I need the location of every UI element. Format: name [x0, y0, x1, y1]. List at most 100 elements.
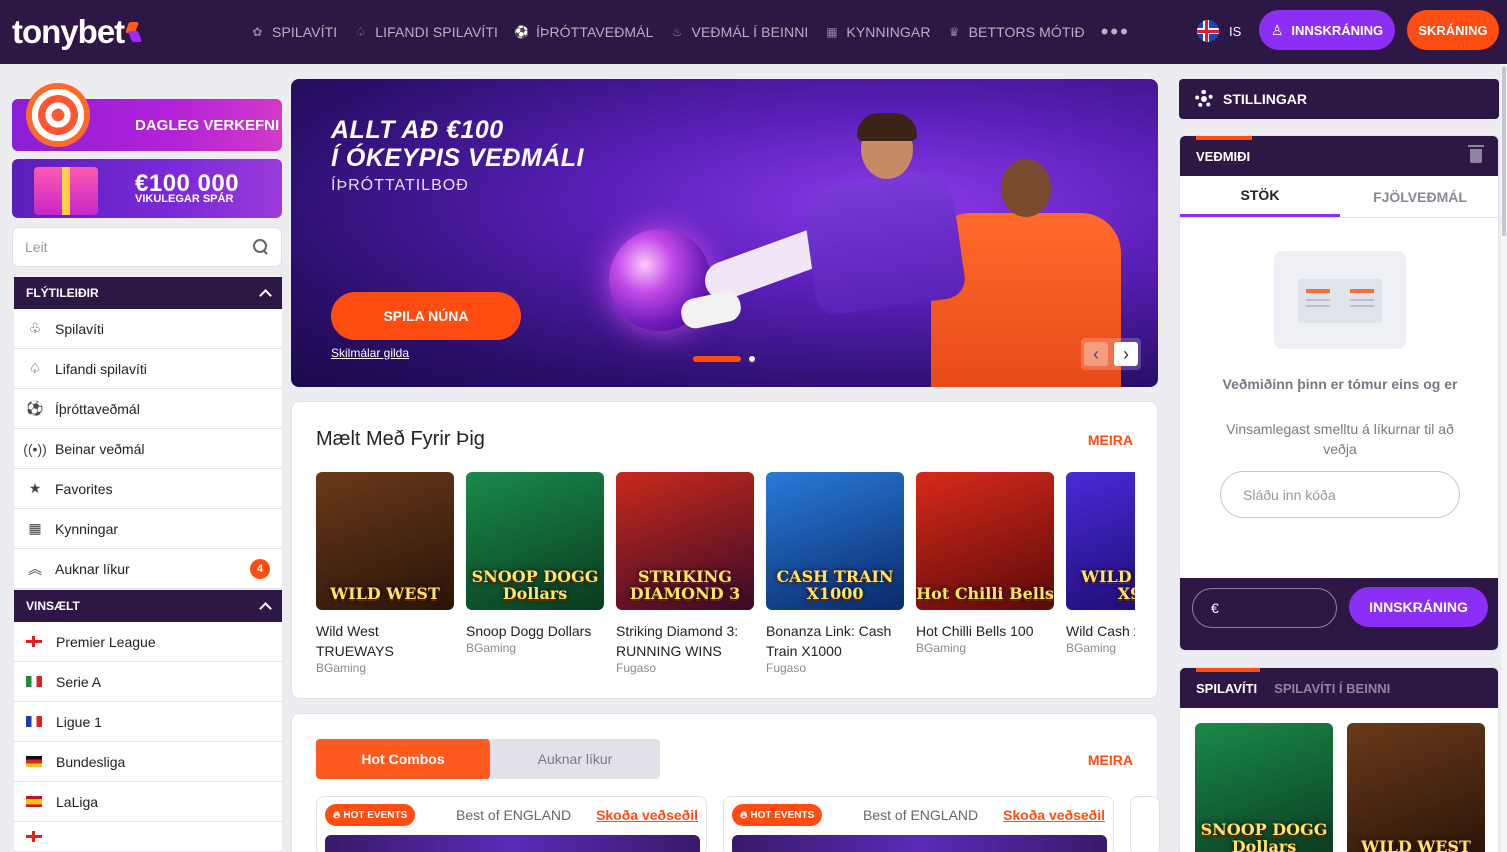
settings-button[interactable]: STILLINGAR [1179, 79, 1499, 119]
quick-links-header[interactable]: FLÝTILEIÐIR [14, 277, 282, 309]
combo-card-partial[interactable] [1130, 796, 1160, 852]
hot-events-badge: 🔥︎ HOT EVENTS [325, 804, 416, 826]
game-name[interactable]: Striking Diamond 3: RUNNING WINS [616, 621, 754, 661]
game-name[interactable]: Hot Chilli Bells 100 [916, 621, 1054, 641]
game-card[interactable]: WILD CASH X99 Wild Cash x9990BGaming [1066, 472, 1135, 655]
nav-promotions[interactable]: ▦ KYNNINGAR [824, 24, 930, 40]
casino-game-tile[interactable]: WILD WEST [1347, 723, 1485, 852]
game-thumb-text: WILD CASH X99 [1081, 567, 1135, 603]
sidebar-item-casino[interactable]: ♧ Spilavíti [14, 309, 282, 349]
signup-button[interactable]: SKRÁNING [1407, 10, 1499, 50]
scrollbar-thumb[interactable] [1502, 66, 1506, 236]
search-icon[interactable] [253, 239, 269, 255]
game-card[interactable]: SNOOP DOGG Dollars Snoop Dogg Dollars BGam… [466, 472, 604, 655]
game-name[interactable]: Snoop Dogg Dollars [466, 621, 604, 641]
game-card[interactable]: Hot Chilli Bells Hot Chilli Bells 100 BGam… [916, 472, 1054, 655]
nav-live-casino[interactable]: ♤ LIFANDI SPILAVÍTI [353, 24, 498, 40]
game-provider: BGaming [466, 641, 517, 655]
play-now-button[interactable]: SPILA NÚNA [331, 292, 521, 340]
combo-title: Best of ENGLAND [863, 807, 979, 823]
view-betslip-link[interactable]: Skoða veðseðil [1003, 807, 1105, 823]
sidebar-item-live-bets[interactable]: ((•)) Beinar veðmál [14, 429, 282, 469]
logo-text: tonybet [12, 13, 125, 50]
nav-casino[interactable]: ✿ SPILAVÍTI [250, 24, 337, 40]
game-thumbnail[interactable]: Hot Chilli Bells [916, 472, 1054, 610]
gear-icon [1195, 90, 1213, 108]
game-provider: Fugaso [766, 661, 807, 675]
game-thumbnail[interactable]: CASH TRAIN X1000 [766, 472, 904, 610]
game-card[interactable]: CASH TRAIN X1000 Bonanza Link: Cash Train… [766, 472, 904, 675]
trash-icon[interactable] [1468, 145, 1484, 163]
game-card[interactable]: STRIKING DIAMOND 3 Striking Diamond 3: RU… [616, 472, 754, 675]
chevron-left-icon[interactable]: ‹ [1084, 342, 1108, 366]
game-thumb-text: WILD WEST [1361, 837, 1471, 852]
game-thumbnail[interactable]: WILD CASH X99 [1066, 472, 1135, 610]
hero-title: ALLT AÐ €100 Í ÓKEYPIS VEÐMÁLI [331, 116, 584, 172]
spain-flag-icon [26, 796, 42, 807]
empty-ticket-icon [1274, 251, 1406, 349]
casino-tabs: SPILAVÍTI SPILAVÍTI Í BEINNI [1180, 668, 1498, 708]
game-thumbnail[interactable]: WILD WEST [316, 472, 454, 610]
casino-game-tile[interactable]: SNOOP DOGG Dollars [1195, 723, 1333, 852]
combo-card[interactable]: 🔥︎ HOT EVENTS Best of ENGLAND Skoða veðse… [723, 796, 1114, 852]
search-input[interactable] [25, 239, 253, 255]
recommended-more-link[interactable]: MEIRA [1088, 432, 1133, 448]
game-thumbnail[interactable]: STRIKING DIAMOND 3 [616, 472, 754, 610]
login-button[interactable]: ♙ INNSKRÁNING [1259, 10, 1395, 50]
weekly-label: VIKULEGAR SPÁR [135, 193, 234, 205]
popular-header[interactable]: VINSÆLT [14, 590, 282, 622]
sidebar-item-ligue-1[interactable]: Ligue 1 [14, 702, 282, 742]
weekly-predictions-banner[interactable]: €100 000 VIKULEGAR SPÁR [12, 159, 282, 218]
game-thumbnail[interactable]: SNOOP DOGG Dollars [466, 472, 604, 610]
daily-tasks-banner[interactable]: DAGLEG VERKEFNI [12, 83, 282, 151]
tab-multi[interactable]: FJÖLVEÐMÁL [1340, 176, 1498, 217]
cherries-icon: ♧ [28, 320, 42, 336]
sidebar-item-next[interactable] [14, 822, 282, 852]
chevron-up-icon [259, 288, 272, 302]
tab-hot-combos[interactable]: Hot Combos [316, 739, 490, 779]
betslip-login-button[interactable]: INNSKRÁNING [1349, 587, 1488, 627]
tab-live-casino[interactable]: SPILAVÍTI Í BEINNI [1274, 681, 1390, 696]
game-card[interactable]: WILD WEST Wild West TRUEWAYS BGaming [316, 472, 454, 675]
recommended-title: Mælt Með Fyrir Þig [316, 428, 485, 450]
italy-flag-icon [26, 676, 42, 687]
nav-sports[interactable]: ⚽ ÍÞRÓTTAVEÐMÁL [514, 24, 653, 40]
nav-tournament[interactable]: ♛ BETTORS MÓTIÐ [947, 24, 1085, 40]
nav-live-bets[interactable]: ♨ VEÐMÁL Í BEINNI [670, 24, 809, 40]
tonybet-logo[interactable]: tonybet [12, 13, 143, 51]
combo-card[interactable]: 🔥︎ HOT EVENTS Best of ENGLAND Skoða veðse… [316, 796, 707, 852]
england-flag-icon [26, 636, 42, 647]
tab-boosted-odds[interactable]: Auknar líkur [490, 739, 660, 779]
language-selector[interactable]: IS [1197, 20, 1241, 42]
view-betslip-link[interactable]: Skoða veðseðil [596, 807, 698, 823]
trophy-icon: ♛ [948, 25, 960, 39]
sidebar-item-sports[interactable]: ⚽ Íþróttaveðmál [14, 389, 282, 429]
sidebar-item-live-casino[interactable]: ♤ Lifandi spilavíti [14, 349, 282, 389]
sidebar-item-serie-a[interactable]: Serie A [14, 662, 282, 702]
game-thumb-text: CASH TRAIN X1000 [776, 567, 894, 603]
stake-input[interactable]: € [1192, 588, 1337, 628]
carousel-dot[interactable] [749, 356, 755, 362]
combo-odds-bar [325, 835, 700, 852]
sidebar-item-favorites[interactable]: ★ Favorites [14, 469, 282, 509]
game-name[interactable]: Bonanza Link: Cash Train X1000 [766, 621, 904, 661]
tab-casino[interactable]: SPILAVÍTI [1196, 681, 1257, 696]
game-name[interactable]: Wild West TRUEWAYS [316, 621, 454, 661]
terms-link[interactable]: Skilmálar gilda [331, 346, 409, 360]
game-provider: BGaming [1066, 641, 1117, 655]
more-menu-icon[interactable]: ••• [1101, 19, 1130, 45]
tab-single[interactable]: STÖK [1180, 176, 1340, 217]
chevron-right-icon[interactable]: › [1114, 342, 1138, 366]
game-name[interactable]: Wild Cash x9990 [1066, 621, 1135, 641]
sidebar-item-promotions[interactable]: ▦ Kynningar [14, 509, 282, 549]
sidebar-item-bundesliga[interactable]: Bundesliga [14, 742, 282, 782]
sidebar-item-premier-league[interactable]: Premier League [14, 622, 282, 662]
hero-banner[interactable]: ALLT AÐ €100 Í ÓKEYPIS VEÐMÁLI ÍÞRÓTTATI… [291, 79, 1158, 387]
combos-more-link[interactable]: MEIRA [1088, 752, 1133, 768]
sidebar-item-laliga[interactable]: LaLiga [14, 782, 282, 822]
live-casino-icon: ♤ [355, 25, 367, 39]
game-provider: BGaming [916, 641, 967, 655]
booking-code-input[interactable] [1220, 471, 1460, 518]
carousel-dot-active[interactable] [693, 356, 741, 362]
sidebar-item-boosted-odds[interactable]: ︽ Auknar líkur 4 [14, 549, 282, 589]
